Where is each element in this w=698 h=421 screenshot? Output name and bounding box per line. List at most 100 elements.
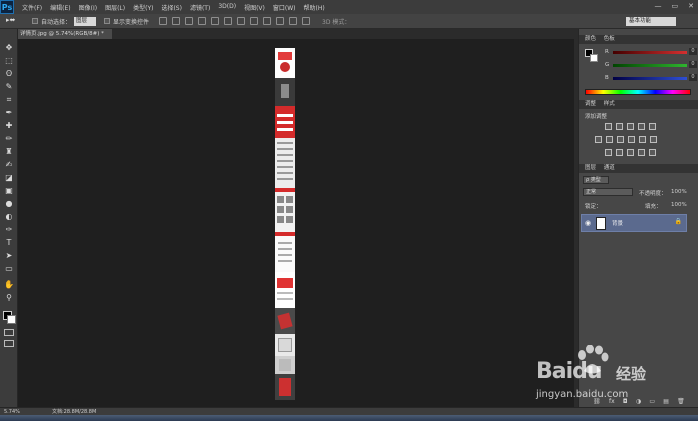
adjustments-panel-tabs: 调整 样式 — [579, 100, 698, 109]
distribute-bottom-icon[interactable] — [263, 17, 272, 25]
path-select-tool-icon[interactable]: ➤ — [4, 251, 14, 260]
zoom-tool-icon[interactable]: ⚲ — [4, 293, 14, 302]
auto-select-checkbox[interactable] — [32, 18, 38, 24]
menu-file[interactable]: 文件(F) — [22, 3, 42, 12]
vibrance-icon[interactable] — [649, 123, 656, 130]
menu-layer[interactable]: 图层(L) — [105, 3, 125, 12]
red-slider[interactable] — [613, 51, 687, 54]
auto-select-label: 自动选择： — [41, 18, 72, 26]
blue-slider[interactable] — [613, 77, 687, 80]
distribute-vcenter-icon[interactable] — [250, 17, 259, 25]
document-tab[interactable]: 详情页.jpg @ 5.74%(RGB/8#) * — [18, 29, 112, 39]
minimize-button[interactable]: — — [655, 2, 662, 10]
color-lookup-icon[interactable] — [650, 136, 657, 143]
3d-mode-label: 3D 模式： — [322, 18, 351, 26]
menu-type[interactable]: 类型(Y) — [133, 3, 153, 12]
tab-color[interactable]: 颜色 — [585, 36, 596, 42]
align-right-icon[interactable] — [224, 17, 233, 25]
green-slider[interactable] — [613, 64, 687, 67]
menu-view[interactable]: 视图(V) — [244, 3, 265, 12]
align-left-icon[interactable] — [198, 17, 207, 25]
eraser-tool-icon[interactable]: ◪ — [4, 173, 14, 182]
move-tool-icon[interactable]: ✥ — [4, 43, 14, 52]
workspace-dropdown[interactable]: 基本功能 — [626, 17, 676, 26]
menu-help[interactable]: 帮助(H) — [304, 3, 325, 12]
layer-kind-filter[interactable]: ρ 类型 — [583, 176, 609, 184]
align-vcenter-icon[interactable] — [172, 17, 181, 25]
blue-value[interactable]: 0 — [689, 74, 697, 81]
channel-mixer-icon[interactable] — [639, 136, 646, 143]
exposure-icon[interactable] — [638, 123, 645, 130]
hand-tool-icon[interactable]: ✋ — [4, 280, 14, 289]
visibility-eye-icon[interactable]: ◉ — [585, 219, 591, 227]
tool-preset-picker[interactable]: ▸⬌ — [6, 16, 24, 26]
tab-channels[interactable]: 通道 — [604, 165, 615, 171]
tab-layers[interactable]: 图层 — [585, 165, 596, 171]
distribute-left-icon[interactable] — [276, 17, 285, 25]
tab-adjustments[interactable]: 调整 — [585, 101, 596, 107]
menu-filter[interactable]: 滤镜(T) — [190, 3, 210, 12]
crop-tool-icon[interactable]: ⌗ — [4, 95, 14, 104]
menu-3d[interactable]: 3D(D) — [218, 3, 236, 12]
blend-mode-dropdown[interactable]: 正常 — [583, 188, 633, 196]
history-brush-tool-icon[interactable]: ✍ — [4, 160, 14, 169]
color-balance-icon[interactable] — [606, 136, 613, 143]
gradient-tool-icon[interactable]: ▣ — [4, 186, 14, 195]
background-color-swatch[interactable] — [7, 315, 16, 324]
screen-mode-icon[interactable] — [4, 340, 14, 347]
distribute-hcenter-icon[interactable] — [289, 17, 298, 25]
opacity-value[interactable]: 100% — [671, 189, 687, 195]
green-value[interactable]: 0 — [689, 61, 697, 68]
hue-saturation-icon[interactable] — [595, 136, 602, 143]
selective-color-icon[interactable] — [649, 149, 656, 156]
distribute-right-icon[interactable] — [302, 17, 311, 25]
fill-value[interactable]: 100% — [671, 202, 687, 208]
distribute-top-icon[interactable] — [237, 17, 246, 25]
red-value[interactable]: 0 — [689, 48, 697, 55]
quick-select-tool-icon[interactable]: ✎ — [4, 82, 14, 91]
menu-image[interactable]: 图像(I) — [79, 3, 97, 12]
eyedropper-tool-icon[interactable]: ✒ — [4, 108, 14, 117]
blur-tool-icon[interactable]: ● — [4, 199, 14, 208]
gradient-map-icon[interactable] — [638, 149, 645, 156]
close-button[interactable]: ✕ — [688, 2, 694, 10]
layer-row-background[interactable]: ◉ 背景 🔒 — [581, 214, 687, 232]
photoshop-logo: Ps — [0, 0, 14, 14]
threshold-icon[interactable] — [627, 149, 634, 156]
black-white-icon[interactable] — [617, 136, 624, 143]
menu-select[interactable]: 选择(S) — [161, 3, 182, 12]
brush-tool-icon[interactable]: ✏ — [4, 134, 14, 143]
dodge-tool-icon[interactable]: ◐ — [4, 212, 14, 221]
green-label: G — [605, 62, 610, 68]
lasso-tool-icon[interactable]: ʘ — [4, 69, 14, 78]
marquee-tool-icon[interactable]: ⬚ — [4, 56, 14, 65]
menu-window[interactable]: 窗口(W) — [273, 3, 296, 12]
levels-icon[interactable] — [616, 123, 623, 130]
quick-mask-icon[interactable] — [4, 329, 14, 336]
menu-edit[interactable]: 编辑(E) — [50, 3, 70, 12]
tab-styles[interactable]: 样式 — [604, 101, 615, 107]
align-top-icon[interactable] — [159, 17, 168, 25]
show-transform-checkbox[interactable] — [104, 18, 111, 24]
curves-icon[interactable] — [627, 123, 634, 130]
blue-slider-row: B 0 — [605, 74, 697, 82]
canvas-area[interactable] — [18, 39, 574, 407]
brightness-icon[interactable] — [605, 123, 612, 130]
posterize-icon[interactable] — [616, 149, 623, 156]
tab-swatches[interactable]: 色板 — [604, 36, 615, 42]
invert-icon[interactable] — [605, 149, 612, 156]
panel-background-swatch[interactable] — [590, 54, 598, 62]
shape-tool-icon[interactable]: ▭ — [4, 264, 14, 273]
maximize-button[interactable]: ▭ — [672, 2, 679, 10]
align-hcenter-icon[interactable] — [211, 17, 220, 25]
color-spectrum-bar[interactable] — [585, 89, 691, 95]
pen-tool-icon[interactable]: ✑ — [4, 225, 14, 234]
auto-select-dropdown[interactable]: 图层 — [74, 16, 97, 26]
healing-tool-icon[interactable]: ✚ — [4, 121, 14, 130]
align-bottom-icon[interactable] — [185, 17, 194, 25]
window-controls: — ▭ ✕ — [655, 2, 695, 10]
clone-stamp-tool-icon[interactable]: ♜ — [4, 147, 14, 156]
image-segment-red-banner — [275, 106, 295, 138]
photo-filter-icon[interactable] — [628, 136, 635, 143]
type-tool-icon[interactable]: T — [4, 238, 14, 247]
